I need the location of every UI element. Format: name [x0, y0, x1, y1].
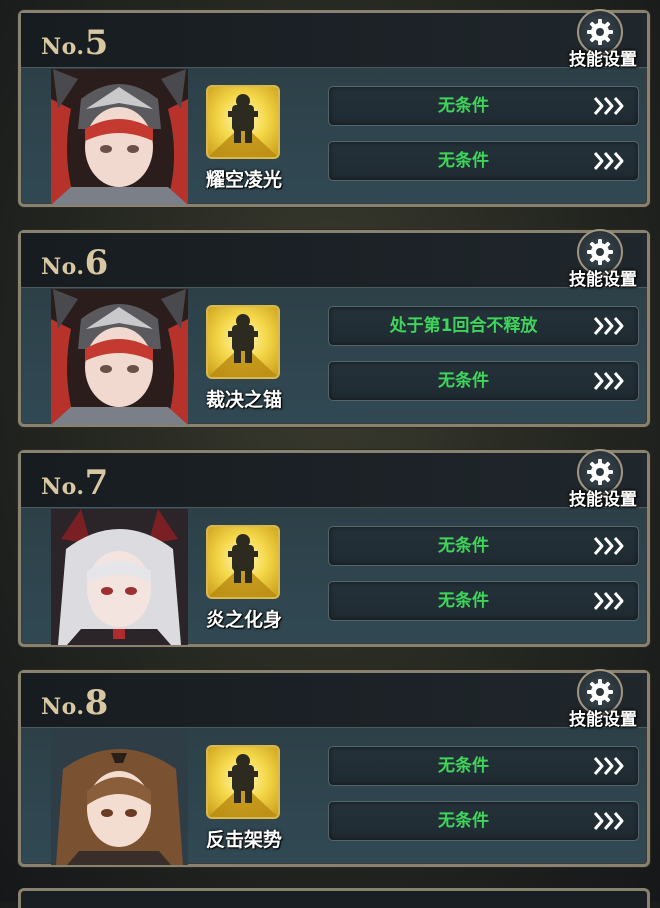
skill-name: 反击架势: [205, 829, 282, 851]
condition-button-2[interactable]: 无条件: [328, 581, 639, 621]
skill-settings-label: 技能设置: [569, 270, 637, 290]
skill-card-6: No.6 技能设置 裁决之锚 处于第1回合不释放 无条件: [18, 229, 650, 427]
skill-icon[interactable]: [206, 525, 280, 599]
next-card-peek: [18, 888, 650, 908]
card-header: [21, 453, 647, 508]
condition-button-2[interactable]: 无条件: [328, 361, 639, 401]
slot-number: No.5: [41, 23, 109, 63]
slot-number: No.8: [41, 683, 109, 723]
skill-card-5: No.5 技能设置 耀空凌光 无条件 无条件: [18, 9, 650, 207]
skill-settings-label: 技能设置: [569, 50, 637, 70]
skill-name: 裁决之锚: [205, 389, 282, 411]
condition-button-1[interactable]: 无条件: [328, 526, 639, 566]
character-portrait[interactable]: [51, 729, 188, 865]
condition-button-2[interactable]: 无条件: [328, 141, 639, 181]
condition-button-1[interactable]: 无条件: [328, 746, 639, 786]
skill-card-7: No.7 技能设置 炎之化身 无条件 无条件: [18, 449, 650, 647]
skill-settings-button[interactable]: 技能设置: [563, 449, 637, 510]
skill-name: 炎之化身: [205, 609, 282, 631]
triple-chevron-icon: [592, 313, 628, 339]
skill-card-8: No.8 技能设置 反击架势 无条件 无条件: [18, 669, 650, 867]
skill-settings-label: 技能设置: [569, 490, 637, 510]
slot-number: No.6: [41, 243, 109, 283]
skill-settings-button[interactable]: 技能设置: [563, 669, 637, 730]
skill-icon[interactable]: [206, 745, 280, 819]
triple-chevron-icon: [592, 753, 628, 779]
triple-chevron-icon: [592, 93, 628, 119]
condition-label: 无条件: [438, 371, 489, 391]
condition-label: 无条件: [438, 591, 489, 611]
skill-icon[interactable]: [206, 85, 280, 159]
skill-settings-label: 技能设置: [569, 710, 637, 730]
condition-label: 无条件: [438, 756, 489, 776]
condition-label: 处于第1回合不释放: [389, 316, 538, 336]
skill-settings-button[interactable]: 技能设置: [563, 229, 637, 290]
character-portrait[interactable]: [51, 289, 188, 425]
condition-label: 无条件: [438, 151, 489, 171]
triple-chevron-icon: [592, 368, 628, 394]
condition-button-2[interactable]: 无条件: [328, 801, 639, 841]
skill-settings-button[interactable]: 技能设置: [563, 9, 637, 70]
card-header: [21, 13, 647, 68]
condition-label: 无条件: [438, 96, 489, 116]
condition-button-1[interactable]: 处于第1回合不释放: [328, 306, 639, 346]
skill-name: 耀空凌光: [205, 169, 282, 191]
skill-icon[interactable]: [206, 305, 280, 379]
triple-chevron-icon: [592, 588, 628, 614]
character-portrait[interactable]: [51, 69, 188, 205]
condition-label: 无条件: [438, 811, 489, 831]
card-header: [21, 673, 647, 728]
condition-button-1[interactable]: 无条件: [328, 86, 639, 126]
triple-chevron-icon: [592, 148, 628, 174]
card-header: [21, 233, 647, 288]
character-portrait[interactable]: [51, 509, 188, 645]
condition-label: 无条件: [438, 536, 489, 556]
slot-number: No.7: [41, 463, 109, 503]
triple-chevron-icon: [592, 808, 628, 834]
triple-chevron-icon: [592, 533, 628, 559]
